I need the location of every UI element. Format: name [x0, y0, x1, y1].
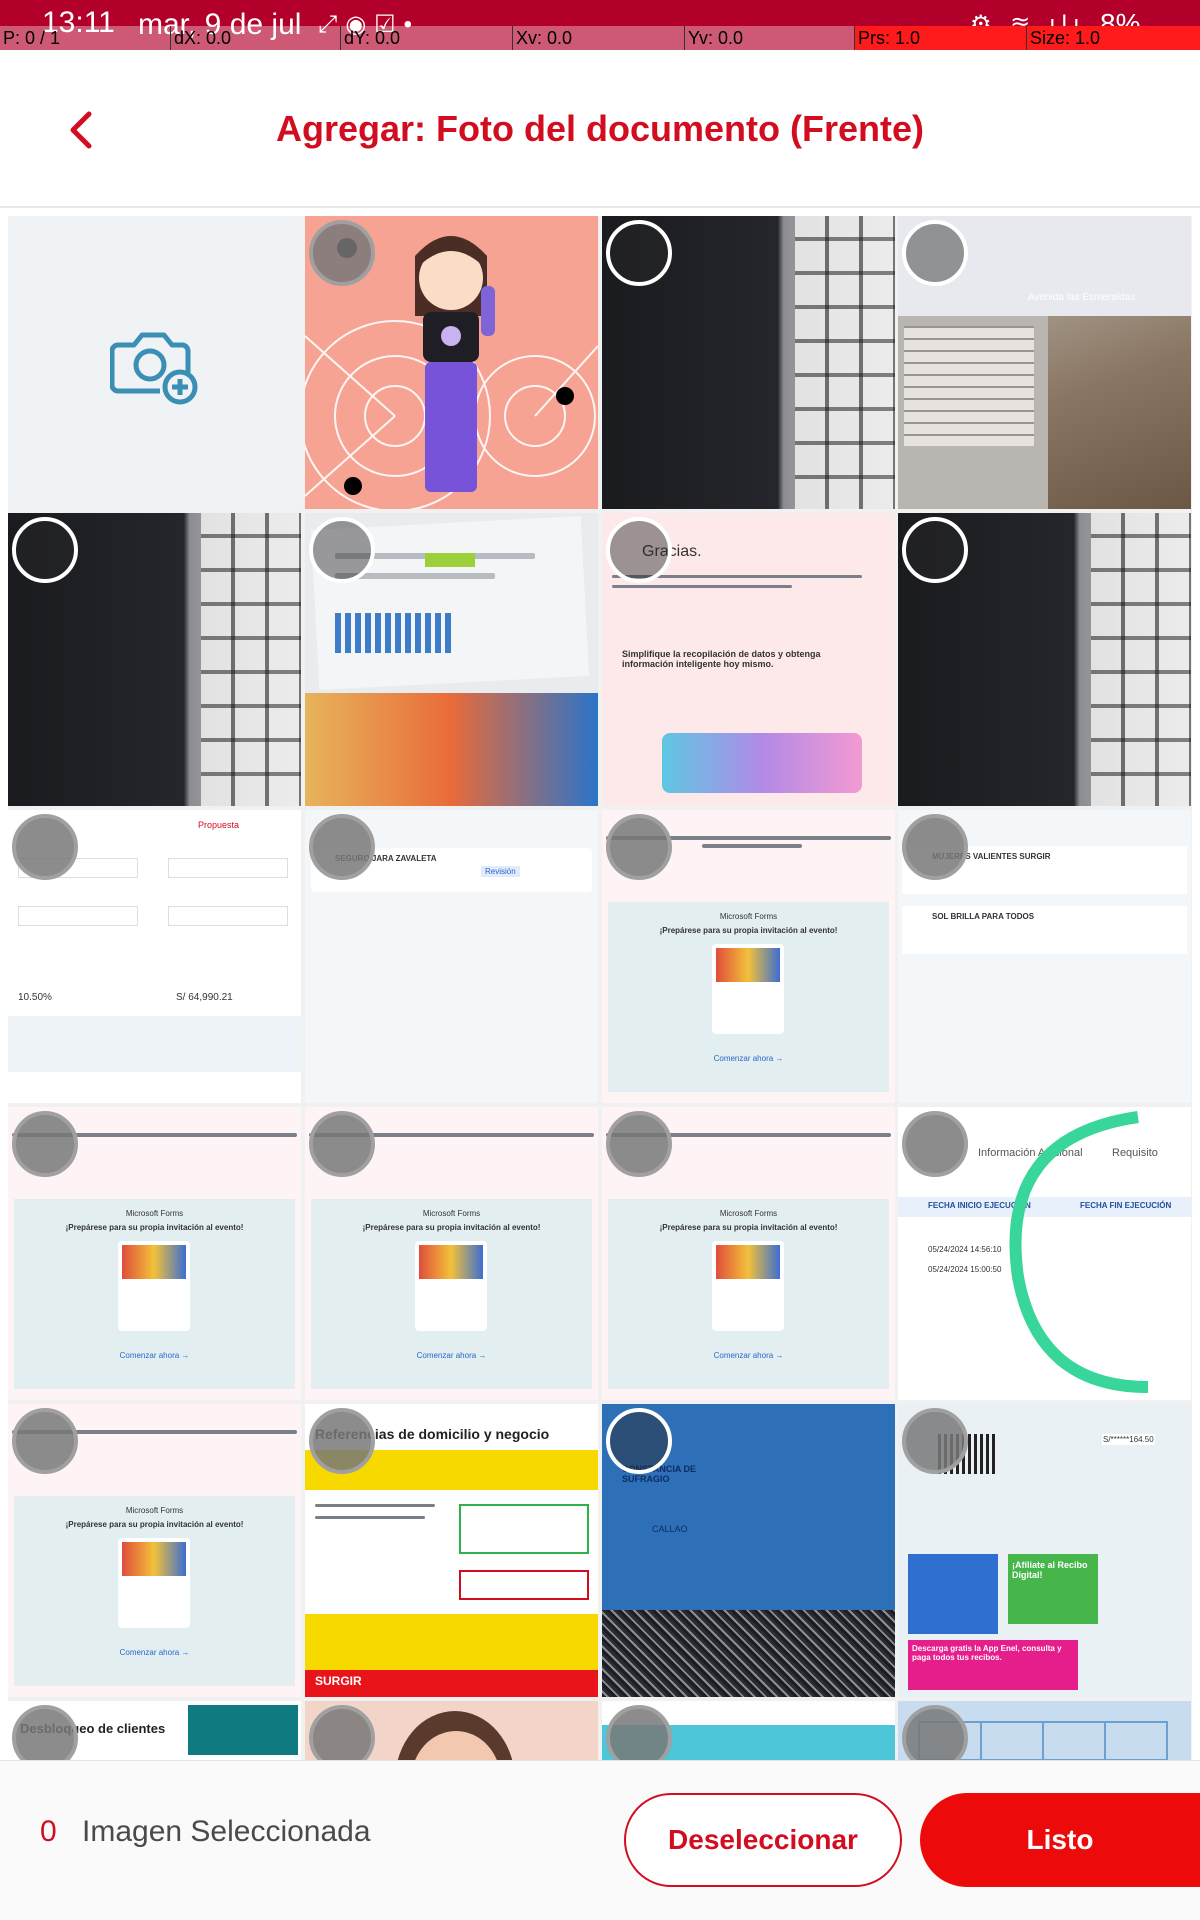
page-title: Agregar: Foto del documento (Frente) [276, 108, 924, 149]
select-circle[interactable] [309, 517, 375, 583]
thumb-text: S/ 64,990.21 [176, 992, 233, 1003]
select-circle[interactable] [606, 1111, 672, 1177]
select-circle[interactable] [606, 517, 672, 583]
photo-thumbnail[interactable] [898, 1701, 1191, 1760]
selected-count: 0 [40, 1815, 57, 1848]
photo-thumbnail[interactable]: Propuesta 10.50% S/ 64,990.21 [8, 810, 301, 1103]
thumb-text: SOL BRILLA PARA TODOS [932, 912, 1035, 921]
thumb-text: Revisión [481, 866, 520, 877]
thumb-text: S/******164.50 [1102, 1434, 1155, 1445]
pointer-pressure: Prs: 1.0 [854, 26, 1026, 50]
thumb-text: Microsoft Forms [125, 1506, 184, 1515]
thumb-text: ¡Prepárese para su propia invitación al … [659, 926, 838, 935]
pointer-size: Size: 1.0 [1026, 26, 1200, 50]
thumb-text: Descarga gratis la App Enel, consulta y … [912, 1644, 1062, 1662]
thumb-text: Comenzar ahora → [119, 1351, 190, 1360]
thumb-text: Comenzar ahora → [416, 1351, 487, 1360]
select-circle[interactable] [12, 1408, 78, 1474]
photo-thumbnail[interactable] [305, 513, 598, 806]
select-circle[interactable] [902, 1705, 968, 1760]
thumb-text: Microsoft Forms [125, 1209, 184, 1218]
select-circle[interactable] [606, 220, 672, 286]
select-circle[interactable] [309, 1111, 375, 1177]
photo-thumbnail[interactable]: Microsoft Forms ¡Prepárese para su propi… [8, 1404, 301, 1697]
thumb-text: ¡Prepárese para su propia invitación al … [362, 1223, 541, 1232]
pointer-dx: dX: 0.0 [170, 26, 340, 50]
photo-thumbnail[interactable] [898, 513, 1191, 806]
pointer-location-overlay: P: 0 / 1 dX: 0.0 dY: 0.0 Xv: 0.0 Yv: 0.0… [0, 26, 1200, 50]
select-circle[interactable] [902, 814, 968, 880]
pointer-xv: Xv: 0.0 [512, 26, 684, 50]
thumb-text: ¡Prepárese para su propia invitación al … [65, 1520, 244, 1529]
photo-thumbnail[interactable] [305, 1701, 598, 1760]
camera-plus-icon [109, 332, 197, 404]
thumb-text: Microsoft Forms [719, 912, 778, 921]
photo-thumbnail[interactable]: Desbloqueo de clientes [8, 1701, 301, 1760]
thumb-text: ¡Afíliate al Recibo Digital! [1012, 1560, 1088, 1580]
select-circle[interactable] [12, 517, 78, 583]
photo-thumbnail[interactable]: Microsoft Forms ¡Prepárese para su propi… [602, 1107, 895, 1400]
photo-thumbnail[interactable]: Microsoft Forms ¡Prepárese para su propi… [602, 810, 895, 1103]
photo-thumbnail[interactable]: Referencias de domicilio y negocio SURGI… [305, 1404, 598, 1697]
done-button[interactable]: Listo [920, 1793, 1200, 1887]
select-circle[interactable] [902, 1111, 968, 1177]
photo-thumbnail[interactable] [305, 216, 598, 509]
select-circle[interactable] [12, 1705, 78, 1760]
photo-thumbnail[interactable] [8, 513, 301, 806]
deselect-button[interactable]: Deseleccionar [624, 1793, 902, 1887]
thumb-text: ¡Prepárese para su propia invitación al … [659, 1223, 838, 1232]
selection-bar: 0 Imagen Seleccionada Deseleccionar List… [0, 1760, 1200, 1920]
select-circle[interactable] [309, 814, 375, 880]
photo-thumbnail[interactable]: Gracias. Simplifique la recopilación de … [602, 513, 895, 806]
thumb-text: Comenzar ahora → [713, 1351, 784, 1360]
select-circle[interactable] [902, 517, 968, 583]
select-circle[interactable] [12, 1111, 78, 1177]
select-circle[interactable] [12, 814, 78, 880]
thumb-text: Microsoft Forms [422, 1209, 481, 1218]
photo-thumbnail[interactable] [602, 1701, 895, 1760]
thumb-text: Comenzar ahora → [119, 1648, 190, 1657]
thumb-text: SURGIR [315, 1674, 362, 1688]
selected-label: Imagen Seleccionada [82, 1815, 371, 1848]
select-circle[interactable] [902, 220, 968, 286]
thumb-text: Propuesta [198, 820, 240, 830]
select-circle[interactable] [309, 1408, 375, 1474]
camera-capture-tile[interactable] [8, 216, 301, 509]
photo-thumbnail[interactable]: S/******164.50 ¡Afíliate al Recibo Digit… [898, 1404, 1191, 1697]
photo-grid[interactable]: Avenida las Esmeraldas Gracias. Simplifi… [8, 216, 1192, 1760]
thumb-text: CALLAO [652, 1524, 688, 1534]
thumb-text: Comenzar ahora → [713, 1054, 784, 1063]
pointer-count: P: 0 / 1 [3, 28, 61, 48]
select-circle[interactable] [309, 220, 375, 286]
select-circle[interactable] [902, 1408, 968, 1474]
select-circle[interactable] [309, 1705, 375, 1760]
pointer-yv: Yv: 0.0 [684, 26, 854, 50]
thumb-text: 10.50% [18, 992, 52, 1003]
photo-thumbnail[interactable]: Información Adicional Requisito FECHA IN… [898, 1107, 1191, 1400]
thumb-text: Microsoft Forms [719, 1209, 778, 1218]
thumb-text: Simplifique la recopilación de datos y o… [622, 649, 821, 669]
pointer-dy: dY: 0.0 [340, 26, 512, 50]
photo-thumbnail[interactable]: SEGURO JARA ZAVALETA Revisión [305, 810, 598, 1103]
photo-caption: Avenida las Esmeraldas [1028, 292, 1136, 303]
photo-thumbnail[interactable]: CONSTANCIA DE SUFRAGIO CALLAO [602, 1404, 895, 1697]
photo-thumbnail[interactable]: Microsoft Forms ¡Prepárese para su propi… [8, 1107, 301, 1400]
photo-thumbnail[interactable] [602, 216, 895, 509]
select-circle[interactable] [606, 1408, 672, 1474]
thumb-text: ¡Prepárese para su propia invitación al … [65, 1223, 244, 1232]
photo-thumbnail[interactable]: MUJERES VALIENTES SURGIR SOL BRILLA PARA… [898, 810, 1191, 1103]
photo-thumbnail[interactable]: Microsoft Forms ¡Prepárese para su propi… [305, 1107, 598, 1400]
select-circle[interactable] [606, 814, 672, 880]
photo-thumbnail[interactable]: Avenida las Esmeraldas [898, 216, 1191, 509]
app-header: Agregar: Foto del documento (Frente) [0, 50, 1200, 208]
